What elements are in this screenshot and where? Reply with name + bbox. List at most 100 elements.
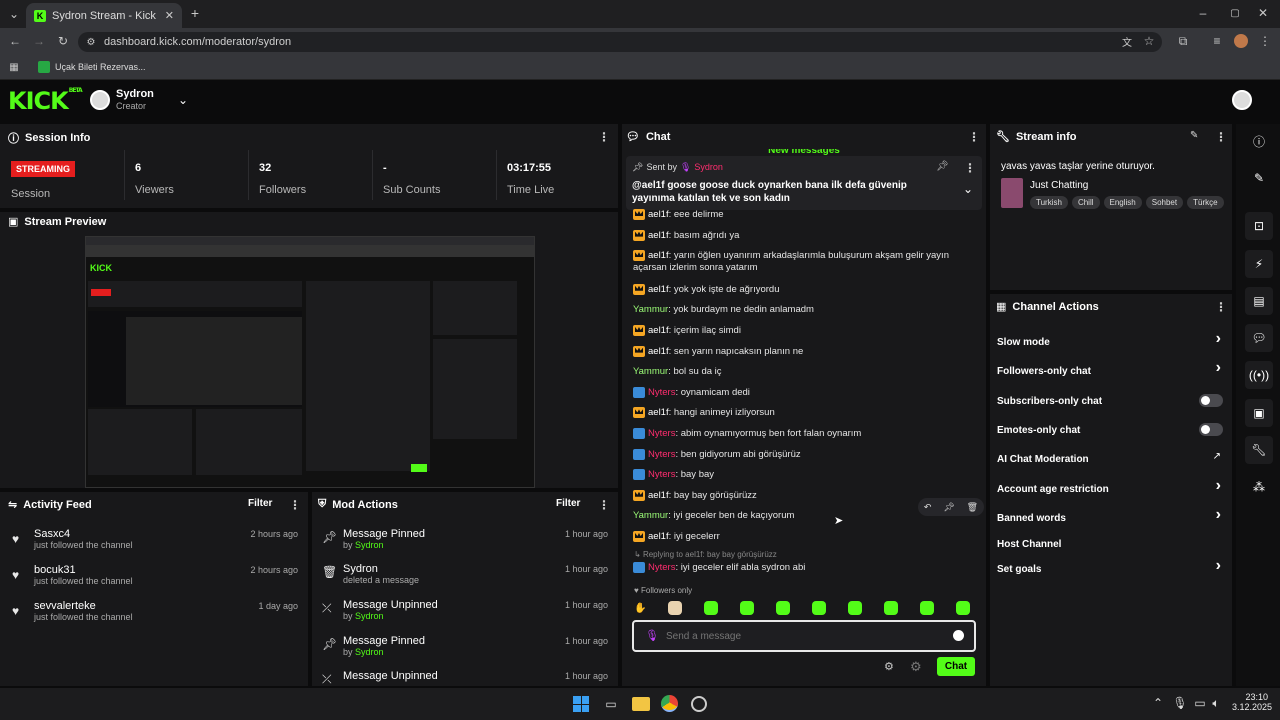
category-name[interactable]: Just Chatting	[1030, 180, 1088, 191]
channel-action-item[interactable]: Set goals ›	[997, 557, 1227, 577]
chat-username[interactable]: Nyters	[648, 469, 675, 480]
windows-start-icon[interactable]	[573, 696, 589, 712]
send-chat-button[interactable]: Chat	[937, 657, 975, 676]
toggle-switch[interactable]	[1199, 423, 1223, 436]
mod-menu-icon[interactable]: ⋮	[598, 498, 610, 512]
chevron-right-icon[interactable]: ›	[1216, 477, 1221, 495]
chat-username[interactable]: Nyters	[648, 562, 675, 573]
chat-message[interactable]: Nyters: ben gidiyorum abi görüşürüz	[633, 448, 801, 460]
profile-avatar-icon[interactable]	[1234, 34, 1248, 48]
activity-menu-icon[interactable]: ⋮	[289, 498, 301, 512]
delete-message-icon[interactable]: 🗑︎	[967, 502, 978, 513]
chat-message-input[interactable]	[666, 628, 936, 644]
chat-menu-icon[interactable]: ⋮	[968, 130, 980, 144]
channel-action-item[interactable]: AI Chat Moderation ↗	[997, 451, 1227, 467]
chat-username[interactable]: Nyters	[648, 449, 675, 460]
chrome-taskbar-icon[interactable]	[661, 695, 678, 712]
new-tab-icon[interactable]: +	[188, 5, 202, 21]
chat-message[interactable]: ael1f: yarın öğlen uyanırım arkadaşlarım…	[633, 250, 949, 261]
edit-stream-info-icon[interactable]: ✎	[1190, 130, 1198, 141]
file-explorer-icon[interactable]	[632, 697, 650, 711]
channel-action-item[interactable]: Slow mode ›	[997, 330, 1227, 350]
emote-icon[interactable]	[776, 601, 791, 615]
obs-taskbar-icon[interactable]	[691, 696, 707, 712]
emote-icon[interactable]	[668, 601, 683, 615]
chat-settings-gear-icon[interactable]: ⚙	[884, 660, 894, 673]
chat-sidebar-icon[interactable]: 💬︎	[1245, 324, 1273, 352]
chat-username[interactable]: ael1f	[648, 250, 669, 261]
chat-message[interactable]: Yammur: yok burdaym ne dedin anlamadm	[633, 304, 814, 315]
edit-sidebar-icon[interactable]: ✎	[1245, 164, 1273, 192]
task-view-icon[interactable]: ▭	[603, 696, 619, 712]
mic-tray-icon[interactable]: 🎙︎	[1172, 696, 1187, 710]
network-tray-icon[interactable]: ▭	[1194, 696, 1206, 710]
chat-message[interactable]: ael1f: basım ağrıdı ya	[633, 229, 739, 241]
chat-message[interactable]: ael1f: sen yarın napıcaksın planın ne	[633, 345, 803, 357]
channel-action-item[interactable]: Followers-only chat ›	[997, 359, 1227, 379]
channel-action-item[interactable]: Emotes-only chat	[997, 422, 1227, 438]
chat-message[interactable]: ael1f: eee delirme	[633, 209, 724, 220]
chat-message[interactable]: Yammur: iyi geceler ben de kaçıyorum	[633, 510, 794, 521]
chevron-right-icon[interactable]: ›	[1216, 506, 1221, 524]
chat-username[interactable]: ael1f	[648, 230, 669, 241]
chat-username[interactable]: ael1f	[648, 531, 669, 542]
preview-sidebar-icon[interactable]: ⊡	[1245, 212, 1273, 240]
mod-action-user[interactable]: Sydron	[355, 540, 384, 550]
chat-username[interactable]: ael1f	[648, 346, 669, 357]
kick-logo[interactable]: KICKBETA	[8, 87, 83, 115]
emote-icon[interactable]	[740, 601, 755, 615]
document-sidebar-icon[interactable]: ▤	[1245, 287, 1273, 315]
tab-search-icon[interactable]: ⌄	[6, 6, 22, 22]
emote-icon[interactable]	[920, 601, 935, 615]
chat-message[interactable]: ael1f: bay bay görüşürüzz	[633, 489, 757, 501]
bookmark-star-icon[interactable]: ☆	[1142, 34, 1156, 48]
chat-message[interactable]: Nyters: oynamicam dedi	[633, 386, 750, 398]
new-messages-banner[interactable]: New messages	[626, 149, 982, 155]
taskbar-clock[interactable]: 23:10 3.12.2025	[1232, 692, 1272, 712]
maximize-icon[interactable]: ▢	[1228, 6, 1242, 20]
browser-tab[interactable]: K Sydron Stream - Kick Dashboard ✕	[26, 3, 182, 28]
emote-icon[interactable]	[704, 601, 719, 615]
address-bar[interactable]: dashboard.kick.com/moderator/sydron	[78, 32, 1162, 52]
chat-username[interactable]: Nyters	[648, 387, 675, 398]
reload-icon[interactable]: ↻	[56, 34, 70, 48]
wrench-sidebar-icon[interactable]: 🔧︎	[1245, 436, 1273, 464]
channel-avatar[interactable]	[90, 90, 110, 110]
chat-message[interactable]: ael1f: hangi animeyi izliyorsun	[633, 407, 775, 418]
tab-close-icon[interactable]: ✕	[165, 9, 174, 22]
emoji-picker-icon[interactable]	[953, 630, 964, 641]
back-icon[interactable]: ←	[8, 34, 22, 48]
broadcast-sidebar-icon[interactable]: ((•))	[1245, 361, 1273, 389]
share-sidebar-icon[interactable]: ⁂	[1245, 473, 1273, 501]
chevron-right-icon[interactable]: ›	[1216, 330, 1221, 348]
channel-action-item[interactable]: Account age restriction ›	[997, 477, 1227, 497]
minimize-icon[interactable]: –	[1196, 6, 1210, 20]
activity-filter-button[interactable]: Filter	[248, 498, 272, 509]
user-avatar[interactable]	[1232, 90, 1252, 110]
chat-username[interactable]: ael1f	[648, 325, 669, 336]
layers-sidebar-icon[interactable]: ▣	[1245, 399, 1273, 427]
chat-username[interactable]: Yammur	[633, 304, 668, 315]
extensions-icon[interactable]: ⧉	[1176, 34, 1190, 48]
pin-message-icon[interactable]: 📌︎	[943, 502, 954, 513]
chat-username[interactable]: ael1f	[648, 209, 669, 220]
mod-action-user[interactable]: Sydron	[355, 611, 384, 621]
chat-message[interactable]: ael1f: iyi gecelerr	[633, 531, 720, 542]
stream-info-menu-icon[interactable]: ⋮	[1215, 130, 1227, 144]
stream-preview-video[interactable]: KICK	[85, 236, 535, 488]
mod-filter-button[interactable]: Filter	[556, 498, 580, 509]
channel-action-item[interactable]: Host Channel	[997, 536, 1227, 552]
chat-message[interactable]: Nyters: abim oynamıyormuş ben fort falan…	[633, 428, 861, 439]
chat-message-list[interactable]: ael1f: eee delirme ael1f: basım ağrıdı ya…	[633, 209, 973, 579]
chat-username[interactable]: ael1f	[648, 490, 669, 501]
emote-icon[interactable]	[848, 601, 863, 615]
session-menu-icon[interactable]: ⋮	[598, 130, 610, 144]
chevron-right-icon[interactable]: ›	[1216, 557, 1221, 575]
chat-message[interactable]: Nyters: iyi geceler elif abla sydron abi	[633, 562, 805, 573]
media-control-icon[interactable]: ≡	[1210, 34, 1224, 48]
pinned-expand-chevron-icon[interactable]: ⌄	[962, 182, 974, 196]
chat-username[interactable]: Yammur	[633, 510, 668, 521]
apps-grid-icon[interactable]: ▦	[8, 61, 20, 73]
chat-username[interactable]: Yammur	[633, 366, 668, 377]
chat-message[interactable]: ael1f: yok yok işte de ağrıyordu	[633, 283, 780, 295]
